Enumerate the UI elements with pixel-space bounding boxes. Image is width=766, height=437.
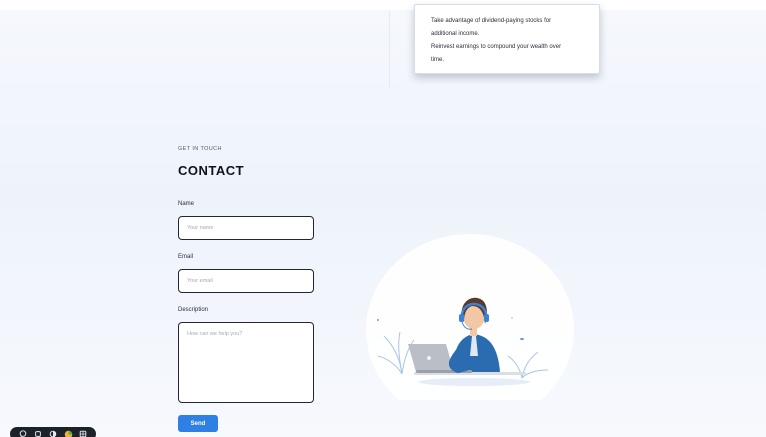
floating-toolbar bbox=[10, 427, 96, 437]
top-strip bbox=[0, 0, 766, 10]
email-label: Email bbox=[178, 254, 194, 260]
tip-line: additional income. bbox=[431, 31, 480, 37]
chat-bubble-icon[interactable] bbox=[17, 428, 29, 437]
sparkle-dash bbox=[520, 338, 524, 340]
name-label: Name bbox=[178, 201, 195, 207]
sparkle-dot bbox=[377, 319, 379, 321]
contact-title: CONTACT bbox=[178, 163, 245, 178]
toggle-icon[interactable] bbox=[47, 428, 59, 437]
tip-line: Reinvest earnings to compound your wealt… bbox=[431, 44, 562, 50]
send-button[interactable]: Send bbox=[178, 415, 218, 432]
tips-card: Take advantage of dividend-paying stocks… bbox=[414, 4, 600, 74]
description-textarea[interactable] bbox=[178, 322, 314, 403]
color-circle-icon[interactable] bbox=[62, 428, 74, 437]
email-input[interactable] bbox=[178, 269, 314, 293]
tip-line: time. bbox=[431, 57, 445, 63]
contact-eyebrow: GET IN TOUCH bbox=[178, 146, 222, 152]
name-input[interactable] bbox=[178, 216, 314, 240]
section-divider bbox=[389, 10, 390, 88]
description-label: Description bbox=[178, 307, 209, 313]
copy-icon[interactable] bbox=[32, 428, 44, 437]
grid-icon[interactable] bbox=[77, 428, 89, 437]
floor-shadow bbox=[418, 378, 530, 386]
support-agent-illustration bbox=[366, 234, 574, 400]
tip-line: Take advantage of dividend-paying stocks… bbox=[431, 18, 552, 24]
